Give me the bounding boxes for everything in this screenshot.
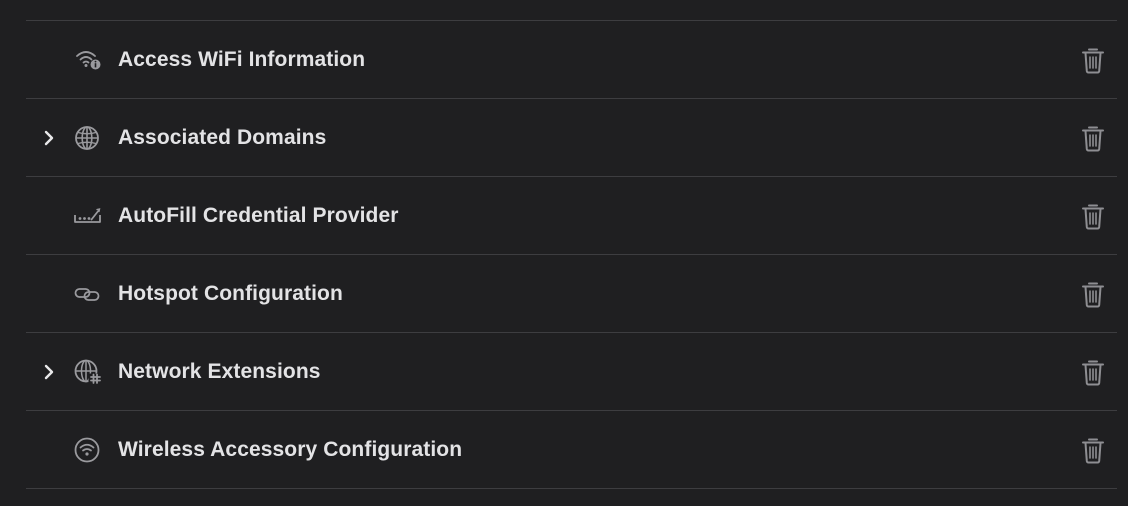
globe-icon — [75, 126, 99, 150]
capability-label: Hotspot Configuration — [118, 282, 343, 305]
password-field-icon — [74, 208, 101, 223]
capability-label: Network Extensions — [118, 360, 321, 383]
link-icon — [74, 288, 100, 301]
capability-label: Associated Domains — [118, 126, 327, 149]
globe-network-icon — [74, 359, 101, 384]
capability-row-autofill-credential-provider[interactable]: AutoFill Credential Provider — [26, 177, 1117, 254]
trash-icon[interactable] — [1081, 124, 1105, 152]
trash-icon[interactable] — [1081, 46, 1105, 74]
capability-row-hotspot-configuration[interactable]: Hotspot Configuration — [26, 255, 1117, 332]
capability-label: Access WiFi Information — [118, 48, 366, 71]
capability-row-network-extensions[interactable]: Network Extensions — [26, 333, 1117, 410]
capabilities-panel: Access WiFi Information Associated Domai… — [0, 0, 1128, 506]
capability-label: Wireless Accessory Configuration — [118, 438, 463, 461]
trash-icon[interactable] — [1081, 280, 1105, 308]
trash-icon[interactable] — [1081, 358, 1105, 386]
capability-row-associated-domains[interactable]: Associated Domains — [26, 99, 1117, 176]
wifi-info-icon — [76, 51, 101, 70]
disclosure-chevron-icon[interactable] — [42, 363, 56, 381]
disclosure-chevron-icon[interactable] — [42, 129, 56, 147]
capability-label: AutoFill Credential Provider — [118, 204, 399, 227]
capability-row-wireless-accessory-configuration[interactable]: Wireless Accessory Configuration — [26, 411, 1117, 488]
trash-icon[interactable] — [1081, 202, 1105, 230]
wifi-circle-icon — [74, 437, 100, 463]
capability-row-access-wifi-information[interactable]: Access WiFi Information — [26, 21, 1117, 98]
trash-icon[interactable] — [1081, 436, 1105, 464]
row-divider — [26, 488, 1117, 489]
